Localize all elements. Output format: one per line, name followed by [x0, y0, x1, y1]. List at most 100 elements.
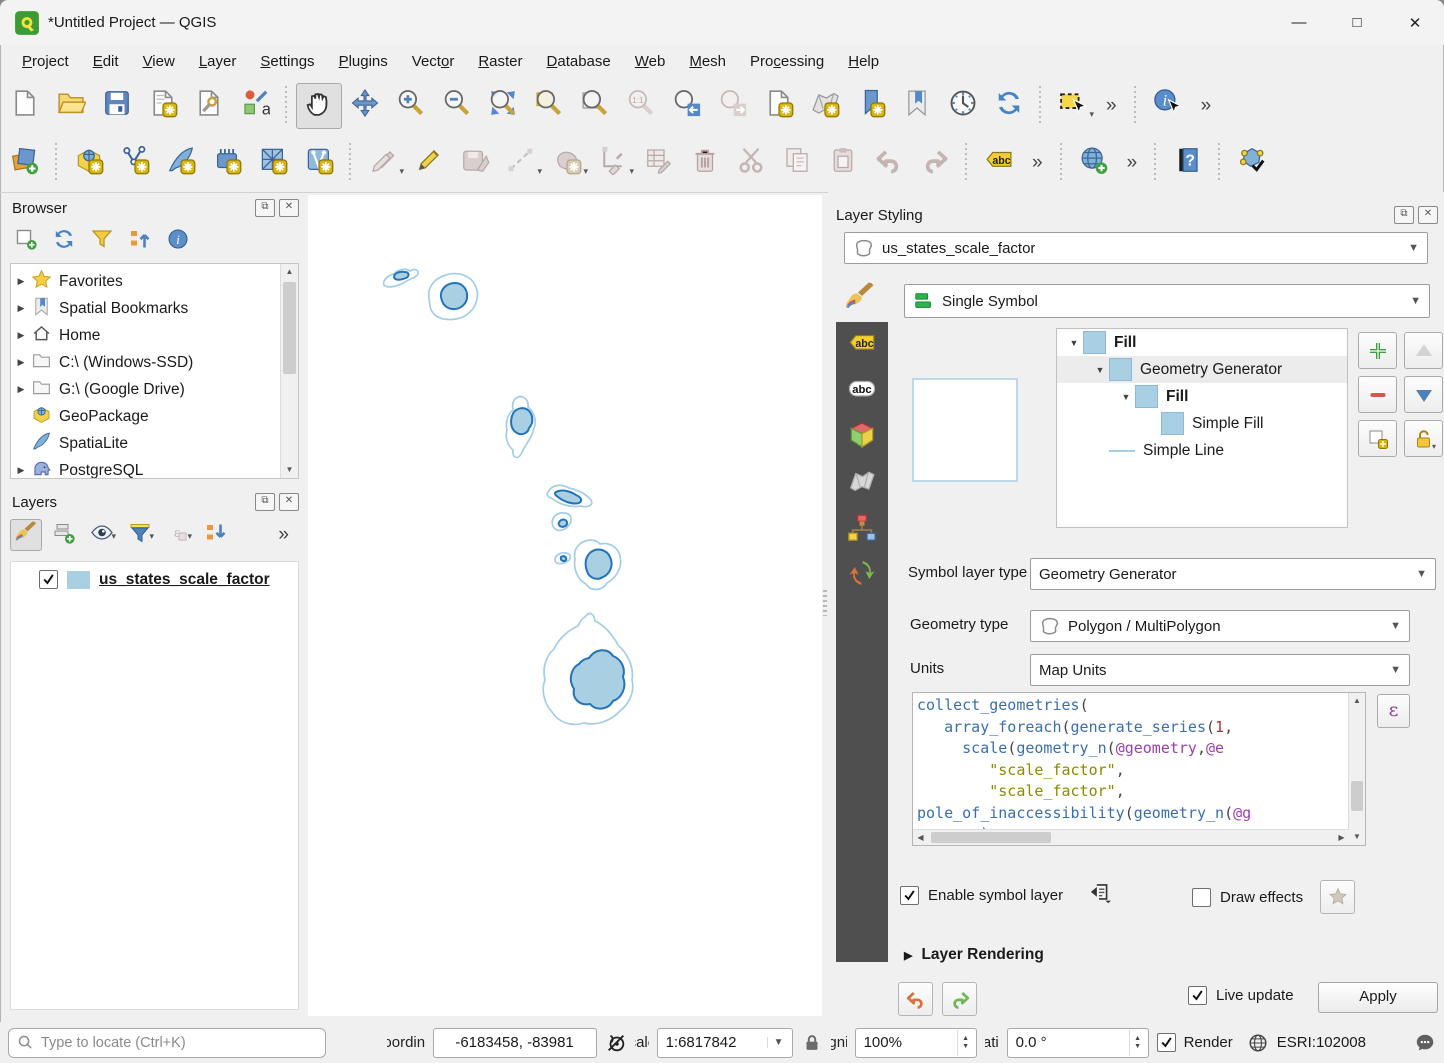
layers-float-button[interactable]: ⧉ [255, 493, 275, 511]
open-project-button[interactable] [48, 83, 94, 129]
styling-brush-button[interactable] [10, 519, 42, 551]
redo-style-button[interactable] [942, 982, 977, 1016]
menu-layer[interactable]: Layer [187, 49, 249, 74]
new-shapefile-layer-button[interactable] [112, 140, 158, 186]
modify-attributes-button[interactable] [636, 140, 682, 186]
toolbar-overflow-button[interactable]: » [1022, 152, 1053, 174]
draw-effects-checkbox[interactable] [1192, 888, 1211, 907]
styling-float-button[interactable]: ⧉ [1394, 206, 1414, 224]
toolbar-overflow-button[interactable]: » [1096, 95, 1127, 117]
style-history-tab[interactable] [836, 506, 888, 552]
symbol-layer-type-combo[interactable]: Geometry Generator ▼ [1030, 558, 1436, 590]
zoom-in-button[interactable] [388, 83, 434, 129]
add-symbol-layer-button[interactable] [1358, 332, 1397, 369]
new-scratch-layer-button[interactable] [204, 140, 250, 186]
show-layout-manager-button[interactable] [186, 83, 232, 129]
add-group-button[interactable] [48, 519, 80, 551]
expand-arrow-icon[interactable]: ▶ [11, 384, 31, 395]
new-project-button[interactable] [2, 83, 48, 129]
zoom-out-button[interactable] [434, 83, 480, 129]
crs-globe-icon[interactable] [1247, 1032, 1269, 1054]
refresh-button[interactable] [986, 83, 1032, 129]
undo-style-button[interactable] [898, 982, 933, 1016]
expand-all-button[interactable] [200, 519, 232, 551]
reload-history-tab[interactable] [836, 552, 888, 598]
effects-customize-button[interactable] [1320, 880, 1355, 914]
expand-arrow-icon[interactable]: ▶ [11, 276, 31, 287]
geometry-type-combo[interactable]: Polygon / MultiPolygon ▼ [1030, 610, 1410, 642]
zoom-next-button[interactable] [710, 83, 756, 129]
current-edits-button[interactable]: ▾ [360, 140, 406, 186]
menu-plugins[interactable]: Plugins [327, 49, 400, 74]
rotation-spinbox[interactable]: 0.0 ° ▲▼ [1007, 1028, 1149, 1058]
scale-combo[interactable]: 1:6817842 ▼ [657, 1028, 793, 1058]
layer-visibility-checkbox[interactable] [39, 570, 58, 589]
new-spatial-bookmark-button[interactable] [848, 83, 894, 129]
symbol-node-simple-line[interactable]: Simple Line [1057, 437, 1347, 464]
menu-help[interactable]: Help [836, 49, 891, 74]
new-print-layout-button[interactable] [140, 83, 186, 129]
identify-features-button[interactable]: i [1145, 83, 1191, 129]
menu-project[interactable]: Project [10, 49, 81, 74]
extents-toggle-icon[interactable] [605, 1032, 627, 1054]
new-geopackage-layer-button[interactable] [66, 140, 112, 186]
check-geometries-button[interactable] [1229, 140, 1275, 186]
menu-mesh[interactable]: Mesh [677, 49, 738, 74]
menu-processing[interactable]: Processing [738, 49, 836, 74]
expand-arrow-icon[interactable]: ▶ [11, 357, 31, 368]
styling-layer-combo[interactable]: us_states_scale_factor ▼ [844, 232, 1428, 264]
expression-editor[interactable]: collect_geometries( array_foreach(genera… [912, 692, 1366, 846]
renderer-combo[interactable]: Single Symbol ▼ [904, 284, 1430, 318]
help-contents-button[interactable]: ? [1165, 140, 1211, 186]
select-features-button[interactable]: ▾ [1050, 83, 1096, 129]
undo-button[interactable] [866, 140, 912, 186]
expand-arrow-icon[interactable]: ▼ [1091, 365, 1109, 375]
cut-features-button[interactable] [728, 140, 774, 186]
refresh-browser-button[interactable] [48, 225, 80, 257]
duplicate-symbol-layer-button[interactable] [1358, 420, 1397, 457]
crs-value[interactable]: ESRI:102008 [1277, 1034, 1366, 1051]
expand-arrow-icon[interactable]: ▶ [11, 303, 31, 314]
layer-rendering-expander[interactable]: ▶ [904, 949, 912, 962]
browser-item-g-google-drive-[interactable]: ▶G:\ (Google Drive) [11, 376, 281, 403]
expand-arrow-icon[interactable]: ▼ [1117, 392, 1135, 402]
visibility-eye-button[interactable]: ▾ [86, 519, 118, 551]
save-project-button[interactable] [94, 83, 140, 129]
new-virtual-layer-button[interactable] [250, 140, 296, 186]
menu-vector[interactable]: Vector [400, 49, 467, 74]
menu-view[interactable]: View [131, 49, 187, 74]
symbol-node-simple-fill[interactable]: Simple Fill [1057, 410, 1347, 437]
maximize-button[interactable]: □ [1328, 0, 1386, 45]
expression-hscrollbar[interactable]: ◀ ▶ [913, 829, 1349, 845]
copy-features-button[interactable] [774, 140, 820, 186]
show-spatial-bookmarks-button[interactable] [894, 83, 940, 129]
toolbar-overflow-button[interactable]: » [1117, 152, 1148, 174]
browser-close-button[interactable]: ✕ [279, 199, 299, 217]
temporal-controller-button[interactable] [940, 83, 986, 129]
styling-close-button[interactable]: ✕ [1418, 206, 1438, 224]
locator-search[interactable]: Type to locate (Ctrl+K) [8, 1028, 326, 1058]
labels-toolbar-button[interactable]: abc [976, 140, 1022, 186]
advanced-digitizing-button[interactable]: ▾ [590, 140, 636, 186]
menu-raster[interactable]: Raster [466, 49, 534, 74]
map-canvas[interactable] [308, 195, 822, 1016]
browser-scrollbar[interactable]: ▲ ▼ [280, 264, 298, 478]
digitize-line-button[interactable]: ▾ [498, 140, 544, 186]
expand-arrow-icon[interactable]: ▶ [11, 465, 31, 476]
zoom-full-button[interactable] [480, 83, 526, 129]
new-spatialite-layer-button[interactable] [158, 140, 204, 186]
new-3d-map-view-button[interactable] [802, 83, 848, 129]
menu-settings[interactable]: Settings [248, 49, 326, 74]
magnifier-spinbox[interactable]: 100% ▲▼ [855, 1028, 977, 1058]
lock-color-button[interactable]: ▾ [1404, 420, 1443, 457]
expression-filter-button[interactable]: ε▾ [162, 519, 194, 551]
scroll-up-arrow[interactable]: ▲ [281, 264, 298, 280]
minimize-button[interactable]: — [1270, 0, 1328, 45]
labels-tab[interactable]: abc [836, 322, 888, 368]
data-source-manager-button[interactable] [2, 140, 48, 186]
browser-item-favorites[interactable]: ▶Favorites [11, 268, 281, 295]
symbol-node-fill[interactable]: ▼Fill [1057, 383, 1347, 410]
collapse-tree-button[interactable] [124, 225, 156, 257]
filter-browser-button[interactable] [86, 225, 118, 257]
zoom-to-selection-button[interactable] [526, 83, 572, 129]
